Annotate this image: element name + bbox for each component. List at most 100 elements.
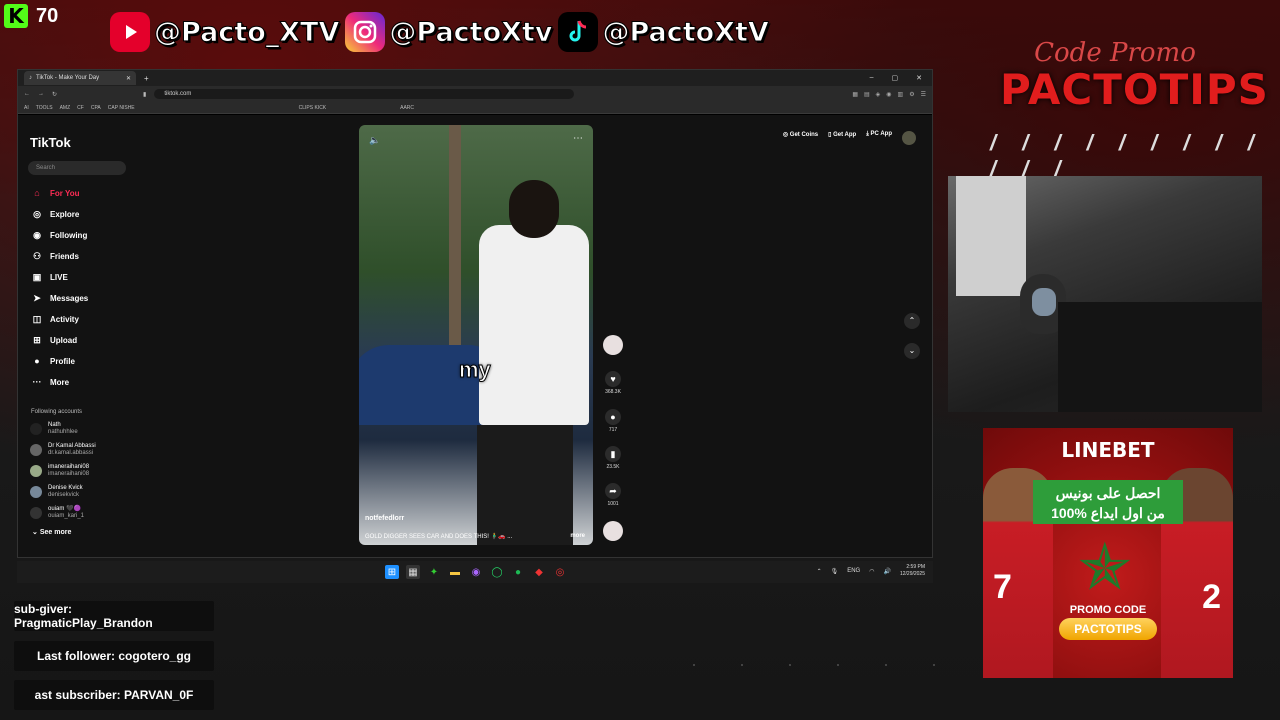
nav-more[interactable]: ··· More (32, 377, 70, 387)
get-app-button[interactable]: ▯ Get App (828, 131, 856, 145)
app-icon[interactable]: ✦ (427, 565, 441, 579)
account-item[interactable]: Nath nathuhhlee (30, 422, 78, 436)
activity-icon: ◫ (32, 314, 42, 324)
user-avatar[interactable] (902, 131, 916, 145)
bookmark-folder[interactable]: CPA (91, 105, 101, 111)
previous-video-button[interactable]: ⌃ (904, 313, 920, 329)
account-item[interactable]: ouiam 🖤🟣 ouiam_kari_1 (30, 506, 84, 520)
windows-start-icon[interactable]: ⊞ (385, 565, 399, 579)
speaker-icon[interactable]: 🔊 (883, 568, 890, 575)
extension-icon[interactable]: ▤ (864, 91, 870, 98)
taskbar-clock[interactable]: 2:59 PM 12/29/2025 (900, 564, 925, 578)
chevron-down-icon: ⌄ (908, 346, 916, 355)
get-coins-button[interactable]: ◎ Get Coins (783, 131, 818, 145)
bookmark-folder[interactable]: CF (77, 105, 84, 111)
instagram-handle: @PactoXtv (345, 12, 553, 52)
avatar (30, 423, 42, 435)
nav-following[interactable]: ◉ Following (32, 230, 87, 241)
app-icon[interactable]: ◎ (553, 565, 567, 579)
nav-upload[interactable]: ⊞ Upload (32, 335, 77, 346)
linebet-ad-banner: 7 2 LINEBET احصل على بونيس 100% من اول ا… (983, 428, 1233, 678)
reload-icon[interactable]: ↻ (52, 91, 57, 98)
video-username[interactable]: notfefedlorr (365, 515, 404, 522)
chat-icon[interactable]: ◉ (469, 565, 483, 579)
new-tab-button[interactable]: + (144, 74, 149, 83)
account-item[interactable]: Dr Kamal Abbassi dr.kamal.abbassi (30, 443, 96, 457)
bookmark-folder[interactable]: AI (24, 105, 29, 111)
volume-icon[interactable]: 🔈 (369, 135, 380, 146)
account-item[interactable]: imaneraihani08 imaneraihani08 (30, 464, 89, 478)
next-video-button[interactable]: ⌄ (904, 343, 920, 359)
comment-button[interactable]: ● 717 (601, 409, 625, 433)
account-name: Dr Kamal Abbassi (48, 443, 96, 449)
maximize-icon[interactable]: ▢ (892, 74, 899, 82)
webcam-face (1032, 288, 1056, 316)
whatsapp-icon[interactable]: ◯ (490, 565, 504, 579)
account-item[interactable]: Denise Kvick denisekvick (30, 485, 83, 499)
nav-profile[interactable]: ● Profile (32, 356, 75, 366)
extension-icon[interactable]: ◈ (876, 91, 881, 98)
url-input[interactable]: tiktok.com (154, 89, 575, 99)
extension-icon[interactable]: ⚙ (909, 91, 914, 98)
language-indicator[interactable]: ENG (847, 568, 860, 574)
minimize-icon[interactable]: – (870, 74, 874, 82)
ad-bonus-box: احصل على بونيس 100% من اول ايداع (1033, 480, 1183, 524)
bookmark-folder[interactable]: CLIPS KICK (299, 105, 327, 111)
last-follower-alert: Last follower: cogotero_gg (14, 641, 214, 671)
nav-explore[interactable]: ◎ Explore (32, 209, 79, 220)
calendar-icon[interactable]: ▦ (406, 565, 420, 579)
folder-icon[interactable]: ▬ (448, 565, 462, 579)
back-icon[interactable]: ← (24, 91, 30, 97)
tab-title: TikTok - Make Your Day (36, 75, 100, 81)
nav-label: Explore (50, 210, 80, 219)
extension-icon[interactable]: ▦ (852, 91, 858, 98)
mic-icon[interactable]: 🎙 (831, 568, 839, 575)
tab-close-icon[interactable]: ✕ (126, 75, 131, 82)
tray-expand-icon[interactable]: ⌃ (817, 568, 822, 575)
get-coins-label: Get Coins (789, 132, 819, 138)
see-more-button[interactable]: ⌄ See more (32, 528, 71, 536)
clock-date: 12/29/2025 (899, 571, 925, 577)
bookmark-folder[interactable]: AMZ (60, 105, 71, 111)
friends-icon: ⚇ (32, 251, 42, 261)
browser-window: ♪ TikTok - Make Your Day ✕ + – ▢ ✕ ← → ↻… (17, 69, 933, 558)
tiktok-logo[interactable]: TikTok (30, 135, 71, 150)
pc-app-button[interactable]: ⤓ PC App (866, 131, 892, 145)
close-window-icon[interactable]: ✕ (916, 74, 922, 82)
youtube-icon (110, 12, 150, 52)
menu-icon[interactable]: ☰ (921, 91, 926, 98)
brave-icon[interactable]: ◆ (532, 565, 546, 579)
tab-tiktok[interactable]: ♪ TikTok - Make Your Day ✕ (24, 71, 136, 85)
creator-avatar[interactable] (603, 335, 623, 355)
spotify-icon[interactable]: ● (511, 565, 525, 579)
ad-promo-label: PROMO CODE (1069, 604, 1147, 616)
jersey-number-left: 7 (993, 568, 1012, 606)
wifi-icon[interactable]: ◠ (869, 568, 874, 575)
video-more-link[interactable]: more (570, 533, 585, 539)
ad-bonus-line2: 100% من اول ايداع (1051, 505, 1165, 521)
like-button[interactable]: ♥ 368.3K (601, 371, 625, 395)
sound-avatar[interactable] (603, 521, 623, 541)
video-player[interactable]: my 🔈 ⋯ notfefedlorr GOLD DIGGER SEES CAR… (359, 125, 593, 545)
forward-icon[interactable]: → (38, 91, 44, 97)
extension-icon[interactable]: ▥ (898, 91, 904, 98)
save-button[interactable]: ▮ 23.5K (601, 446, 625, 470)
nav-activity[interactable]: ◫ Activity (32, 314, 79, 325)
instagram-icon (345, 12, 386, 52)
nav-messages[interactable]: ➤ Messages (32, 293, 88, 304)
share-button[interactable]: ➦ 1001 (601, 483, 625, 507)
video-person-legs (477, 425, 573, 545)
bookmark-folder[interactable]: AARC (400, 105, 414, 111)
account-handle: imaneraihani08 (48, 471, 90, 477)
promo-code-title: Code Promo PACTOTIPS (1000, 38, 1268, 112)
bookmark-folder[interactable]: CAP NISHE (108, 105, 135, 111)
account-handle: ouiam_kari_1 (48, 513, 85, 519)
nav-friends[interactable]: ⚇ Friends (32, 251, 79, 262)
extension-icon[interactable]: ◉ (886, 91, 891, 98)
nav-live[interactable]: ▣ LIVE (32, 272, 68, 283)
search-input[interactable]: Search (28, 161, 126, 175)
bookmark-folder[interactable]: TOOLS (36, 105, 53, 111)
bookmark-icon[interactable]: ▮ (143, 91, 146, 98)
nav-for-you[interactable]: ⌂ For You (32, 188, 79, 198)
video-options-icon[interactable]: ⋯ (573, 133, 583, 144)
